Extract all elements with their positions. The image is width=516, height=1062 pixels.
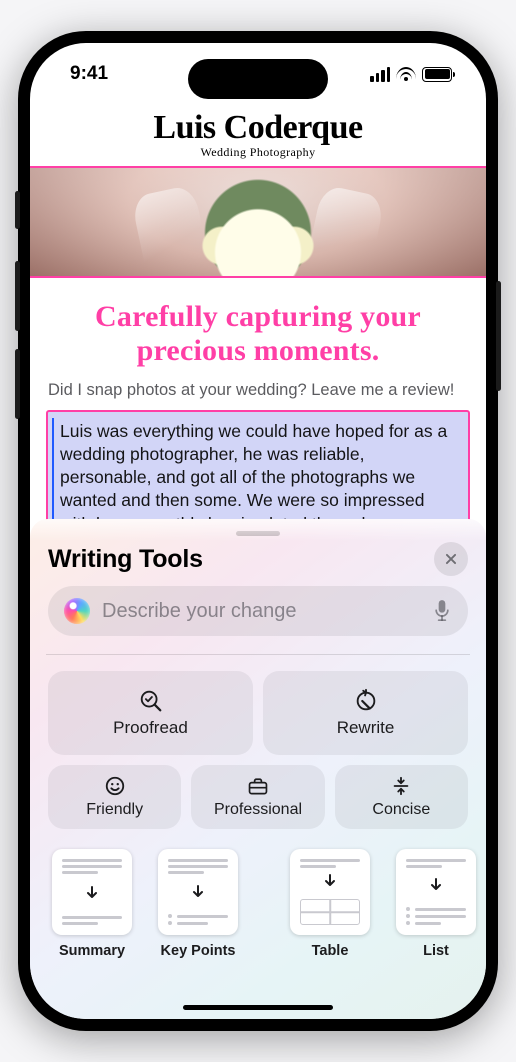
cellular-signal-icon bbox=[370, 67, 390, 82]
rewrite-button[interactable]: Rewrite bbox=[263, 671, 468, 755]
document-header: Luis Coderque Wedding Photography bbox=[30, 105, 486, 166]
sheet-title: Writing Tools bbox=[48, 545, 203, 574]
friendly-button[interactable]: Friendly bbox=[48, 765, 181, 829]
key-points-card-icon bbox=[158, 849, 238, 935]
iphone-frame: 9:41 Luis Coderque Wedding Photography C… bbox=[18, 31, 498, 1031]
wifi-icon bbox=[396, 67, 416, 82]
apple-intelligence-icon bbox=[64, 598, 90, 624]
smile-icon bbox=[104, 775, 126, 797]
concise-icon bbox=[390, 775, 412, 797]
writing-tools-sheet: Writing Tools bbox=[30, 519, 486, 1019]
concise-button[interactable]: Concise bbox=[335, 765, 468, 829]
proofread-label: Proofread bbox=[113, 718, 188, 738]
microphone-icon[interactable] bbox=[432, 598, 452, 624]
hero-image bbox=[30, 166, 486, 278]
table-label: Table bbox=[312, 943, 349, 959]
key-points-format-button[interactable]: Key Points bbox=[158, 849, 238, 959]
magnifier-check-icon bbox=[138, 688, 164, 714]
close-icon bbox=[444, 552, 458, 566]
table-card-icon bbox=[290, 849, 370, 935]
business-name: Luis Coderque bbox=[30, 109, 486, 147]
key-points-label: Key Points bbox=[161, 943, 236, 959]
describe-change-field[interactable] bbox=[48, 586, 468, 636]
list-label: List bbox=[423, 943, 449, 959]
home-indicator[interactable] bbox=[183, 1005, 333, 1010]
proofread-button[interactable]: Proofread bbox=[48, 671, 253, 755]
concise-label: Concise bbox=[372, 801, 430, 819]
professional-button[interactable]: Professional bbox=[191, 765, 324, 829]
professional-label: Professional bbox=[214, 801, 302, 819]
list-card-icon bbox=[396, 849, 476, 935]
rewrite-icon bbox=[353, 688, 379, 714]
battery-icon bbox=[422, 67, 452, 82]
sheet-grabber[interactable] bbox=[236, 531, 280, 536]
summary-label: Summary bbox=[59, 943, 125, 959]
close-button[interactable] bbox=[434, 542, 468, 576]
tagline-heading: Carefully capturing your precious moment… bbox=[30, 278, 486, 381]
list-format-button[interactable]: List bbox=[396, 849, 476, 959]
dynamic-island bbox=[188, 59, 328, 99]
table-format-button[interactable]: Table bbox=[290, 849, 370, 959]
status-time: 9:41 bbox=[70, 63, 108, 85]
screen: 9:41 Luis Coderque Wedding Photography C… bbox=[30, 43, 486, 1019]
divider bbox=[46, 654, 470, 655]
summary-card-icon bbox=[52, 849, 132, 935]
summary-format-button[interactable]: Summary bbox=[52, 849, 132, 959]
friendly-label: Friendly bbox=[86, 801, 143, 819]
review-prompt: Did I snap photos at your wedding? Leave… bbox=[30, 381, 486, 410]
business-subtitle: Wedding Photography bbox=[30, 145, 486, 160]
rewrite-label: Rewrite bbox=[337, 718, 395, 738]
briefcase-icon bbox=[247, 775, 269, 797]
describe-change-input[interactable] bbox=[102, 600, 420, 623]
